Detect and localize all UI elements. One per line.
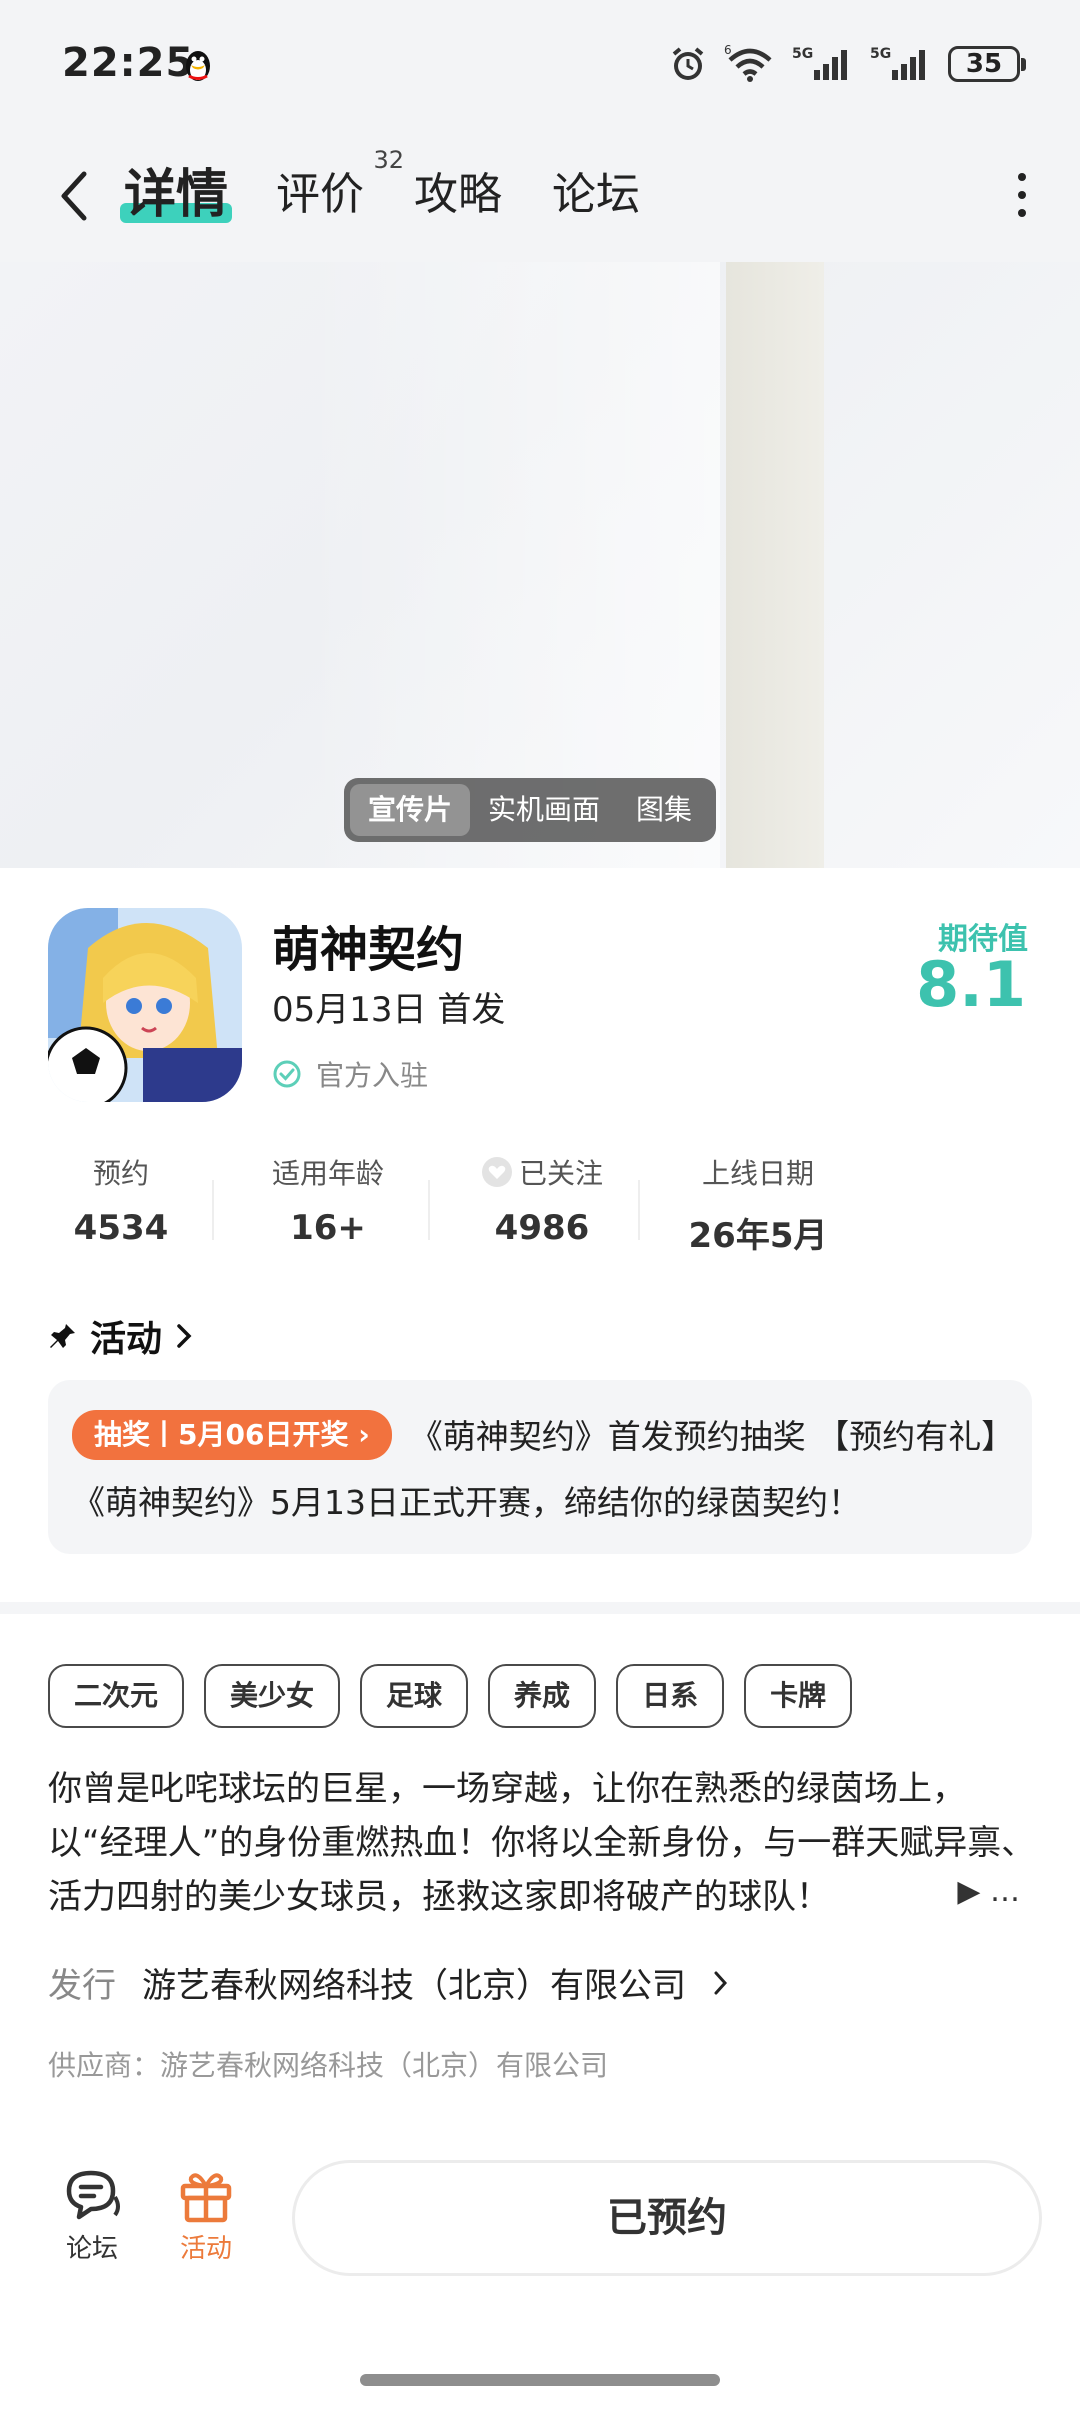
reserved-button[interactable]: 已预约 [292,2160,1042,2276]
svg-text:6: 6 [724,44,732,57]
stat-age-rating: 适用年龄 16+ [238,1152,418,1248]
stat-followers[interactable]: 已关注 4986 [452,1152,632,1248]
expectation-score: 8.1 [916,948,1026,1021]
chat-bubble-icon [66,2170,120,2220]
more-dot-icon [1018,173,1026,181]
top-nav: 详情 评价 32 攻略 论坛 [0,130,1080,262]
signal-5g-icon-2: 5G [870,46,925,80]
media-tab-gameplay[interactable]: 实机画面 [470,784,618,836]
stat-value: 26年5月 [688,1216,828,1256]
svg-text:5G: 5G [792,46,813,62]
official-badge: 官方入驻 [272,1054,428,1094]
stat-reservations: 预约 4534 [48,1152,194,1248]
publisher-row[interactable]: 发行 游艺春秋网络科技（北京）有限公司 [48,1958,730,2007]
heart-icon [481,1157,512,1187]
stat-value: 4534 [73,1208,169,1248]
status-time: 22:25 [62,40,195,86]
media-tab-trailer[interactable]: 宣传片 [350,784,471,836]
genre-tag[interactable]: 日系 [616,1664,725,1728]
pin-icon [50,1324,75,1348]
status-icons: 6 5G 5G 35 [668,44,1026,84]
back-button[interactable] [48,166,98,226]
home-indicator[interactable] [360,2374,720,2386]
media-tab-switcher: 宣传片 实机画面 图集 [344,778,717,842]
more-dot-icon [1018,191,1026,199]
check-circle-icon [273,1060,301,1088]
publisher-name: 游艺春秋网络科技（北京）有限公司 [142,1966,686,2006]
tab-reviews[interactable]: 评价 32 [276,146,404,222]
game-artwork-icon [48,908,242,1102]
lottery-tag-label: 抽奖丨5月06日开奖 [94,1417,349,1451]
bottom-activity-button[interactable]: 活动 [156,2162,256,2265]
signal-5g-icon: 5G [792,46,847,80]
review-count-badge: 32 [373,146,404,174]
alarm-icon [672,47,704,80]
stats-row: 预约 4534 适用年龄 16+ 已关注 4986 上线日期 26年5月 [48,1152,878,1262]
genre-tag[interactable]: 卡牌 [744,1664,853,1728]
stat-value: 16+ [290,1208,366,1248]
battery-indicator: 35 [948,46,1026,82]
section-divider [0,1602,1080,1614]
stat-divider [212,1180,214,1240]
genre-tag[interactable]: 养成 [488,1664,597,1728]
bottom-forum-button[interactable]: 论坛 [42,2162,142,2265]
lottery-tag[interactable]: 抽奖丨5月06日开奖 › [72,1409,392,1460]
publisher-label: 发行 [48,1966,116,2006]
tab-details[interactable]: 详情 [120,152,233,227]
tab-reviews-label: 评价 [276,169,364,220]
stat-label: 适用年龄 [271,1157,384,1190]
wifi-icon: 6 [724,44,772,82]
release-date-text: 05月13日 首发 [272,990,506,1030]
stat-label: 上线日期 [701,1157,814,1190]
game-app-icon [48,908,242,1102]
gift-icon [180,2173,232,2223]
stat-label-with-icon: 已关注 [452,1152,632,1192]
official-badge-label: 官方入驻 [316,1059,429,1092]
chevron-right-icon [714,1971,728,1994]
game-description: 你曾是叱咤球坛的巨星，一场穿越，让你在熟悉的绿茵场上，以“经理人”的身份重燃热血… [48,1769,1036,1917]
bottom-forum-label: 论坛 [65,2234,118,2264]
stat-divider [428,1180,430,1240]
stat-label: 已关注 [518,1157,603,1190]
activity-heading: 活动 [90,1319,163,1360]
status-bar: 22:25 6 5G 5G 35 [0,0,1080,130]
tab-forum[interactable]: 论坛 [552,158,640,222]
stat-launch-date: 上线日期 26年5月 [658,1152,858,1257]
genre-tag[interactable]: 二次元 [48,1664,185,1728]
chevron-right-icon [177,1324,192,1348]
expand-description-button[interactable]: ▶ … [949,1874,1020,1909]
banner-pillar [726,262,824,868]
bottom-activity-label: 活动 [179,2234,232,2264]
media-banner[interactable]: 宣传片 实机画面 图集 [0,262,1080,868]
media-tab-gallery[interactable]: 图集 [618,784,710,836]
genre-tags: 二次元 美少女 足球 养成 日系 卡牌 [48,1664,853,1728]
genre-tag[interactable]: 足球 [360,1664,469,1728]
game-title: 萌神契约 [272,922,465,978]
chevron-left-icon [61,171,87,221]
tab-guides[interactable]: 攻略 [414,158,502,222]
bottom-action-bar: 论坛 活动 已预约 [0,2140,1080,2320]
stat-label: 预约 [92,1157,149,1190]
activity-card[interactable]: 抽奖丨5月06日开奖 › 《萌神契约》首发预约抽奖 【预约有礼】《萌神契约》5月1… [48,1380,1032,1554]
genre-tag[interactable]: 美少女 [204,1664,341,1728]
supplier-text: 供应商：游艺春秋网络科技（北京）有限公司 [48,2049,609,2082]
more-options-button[interactable] [1002,170,1042,220]
stat-value: 4986 [494,1208,590,1248]
qq-penguin-icon [186,51,210,81]
tab-details-label: 详情 [124,165,229,225]
more-dot-icon [1018,209,1026,217]
stat-divider [638,1180,640,1240]
activity-section-header[interactable]: 活动 [48,1310,194,1362]
svg-text:5G: 5G [870,46,891,62]
